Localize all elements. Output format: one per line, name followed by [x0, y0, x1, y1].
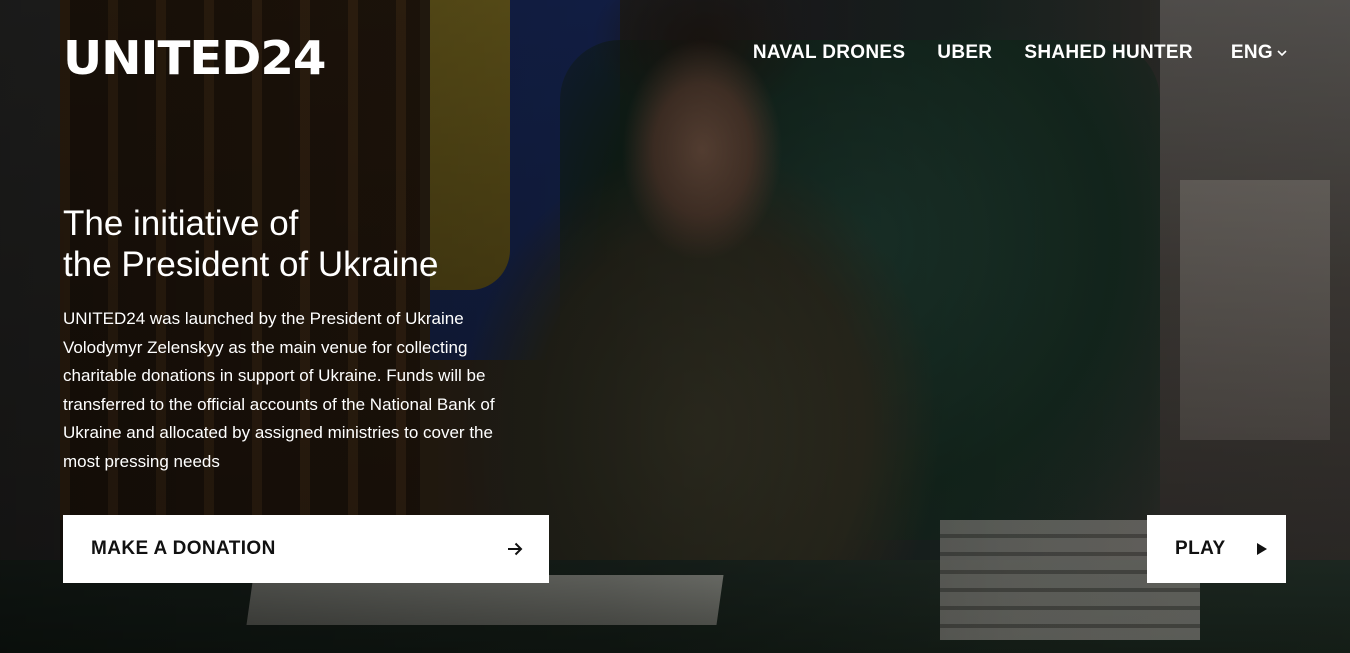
main-nav: NAVAL DRONES UBER SHAHED HUNTER ENG: [753, 40, 1287, 66]
nav-item-shahed-hunter[interactable]: SHAHED HUNTER: [1024, 40, 1193, 66]
language-label: ENG: [1230, 42, 1273, 63]
hero-title-line-1: The initiative of: [63, 204, 299, 243]
site-logo[interactable]: UNITED24: [63, 35, 327, 81]
make-donation-button[interactable]: MAKE A DONATION: [63, 515, 549, 583]
nav-item-naval-drones[interactable]: NAVAL DRONES: [753, 40, 905, 66]
make-donation-label: MAKE A DONATION: [91, 538, 276, 559]
hero-title: The initiative of the President of Ukrai…: [63, 203, 583, 285]
nav-item-uber[interactable]: UBER: [937, 40, 992, 66]
hero-title-line-2: the President of Ukraine: [63, 245, 439, 284]
chevron-down-icon: [1277, 48, 1287, 58]
hero-section: UNITED24 NAVAL DRONES UBER SHAHED HUNTER…: [0, 0, 1350, 653]
hero-description: UNITED24 was launched by the President o…: [63, 309, 495, 471]
play-icon: [1256, 542, 1268, 556]
play-label: PLAY: [1175, 538, 1226, 559]
play-video-button[interactable]: PLAY: [1147, 515, 1286, 583]
arrow-right-icon: [507, 542, 523, 556]
language-selector[interactable]: ENG: [1231, 40, 1287, 66]
